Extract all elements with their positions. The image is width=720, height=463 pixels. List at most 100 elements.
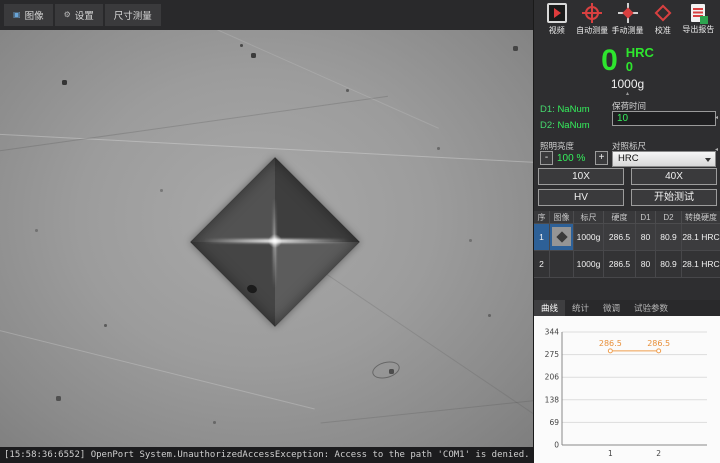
table-row[interactable]: 2 1000g 286.5 80 80.9 28.1 HRC	[534, 251, 720, 278]
tab-dimension-measure-label: 尺寸测量	[114, 8, 152, 22]
cell-d1: 80	[636, 224, 656, 251]
view-tabs: ▣ 图像 ⚙ 设置 尺寸测量	[4, 4, 161, 26]
cell-no: 1	[534, 224, 550, 251]
tab-dimension-measure[interactable]: 尺寸测量	[105, 4, 161, 26]
cell-d2: 80.9	[656, 251, 682, 278]
video-label: 视频	[549, 25, 565, 36]
video-button[interactable]: 视频	[539, 3, 574, 46]
manual-measure-label: 手动测量	[612, 25, 644, 36]
cell-d1: 80	[636, 251, 656, 278]
svg-text:344: 344	[545, 328, 560, 337]
hardness-scale: HRC	[626, 46, 654, 60]
svg-text:69: 69	[549, 418, 559, 427]
dust-specks	[0, 30, 1, 31]
cell-hardness: 286.5	[604, 251, 636, 278]
cell-load: 1000g	[574, 251, 604, 278]
tab-image-label: 图像	[25, 8, 44, 22]
col-header-no: 序号	[534, 211, 550, 224]
hardness-tester-window: ▣ 图像 ⚙ 设置 尺寸测量 [15:58:36:6552] OpenPort	[0, 0, 720, 463]
gear-icon: ⚙	[64, 11, 71, 19]
d2-value: NaNum	[557, 120, 589, 131]
collapse-left-icon[interactable]: ◂	[715, 114, 718, 121]
tab-statistics[interactable]: 统计	[565, 300, 596, 316]
image-tab-icon: ▣	[13, 11, 21, 19]
start-test-button[interactable]: 开始测试	[631, 189, 717, 206]
d1-readout: D1: NaNum	[540, 104, 590, 115]
scratch-line	[321, 397, 533, 423]
export-report-button[interactable]: 导出报告	[681, 3, 716, 46]
d1-label: D1:	[540, 104, 555, 115]
manual-measure-button[interactable]: 手动测量	[610, 3, 645, 46]
col-header-hardness: 硬度	[604, 211, 636, 224]
hardness-curve-chart: 344 275 206 138 69 0 286.5 1 286.5 2	[534, 316, 720, 463]
scratch-line	[201, 30, 439, 129]
cell-no: 2	[534, 251, 550, 278]
surface-mark	[370, 359, 401, 382]
brightness-section: 照明亮度 - 100 % + 对照标尺 HRC	[540, 140, 716, 168]
caret-up-icon: ▴	[534, 91, 720, 97]
cell-hardness: 286.5	[604, 224, 636, 251]
collapse-left-icon[interactable]: ◂	[715, 146, 718, 153]
cell-load: 1000g	[574, 224, 604, 251]
auto-measure-label: 自动测量	[576, 25, 608, 36]
svg-text:2: 2	[656, 449, 661, 458]
tab-curve[interactable]: 曲线	[534, 300, 565, 316]
converted-value: 0	[626, 60, 654, 74]
calibrate-icon	[653, 3, 673, 23]
hv-mode-button[interactable]: HV	[538, 189, 624, 206]
results-chart-svg: 344 275 206 138 69 0 286.5 1 286.5 2	[534, 316, 720, 463]
col-header-d1: D1	[636, 211, 656, 224]
tab-finetune[interactable]: 微调	[596, 300, 627, 316]
diagonal-section: D1: NaNum D2: NaNum 保荷时间 10	[540, 100, 716, 138]
svg-text:138: 138	[545, 395, 560, 404]
auto-measure-button[interactable]: 自动测量	[574, 3, 609, 46]
scratch-line	[0, 321, 315, 409]
brightness-increase-button[interactable]: +	[595, 151, 608, 165]
top-bar: ▣ 图像 ⚙ 设置 尺寸测量	[0, 0, 533, 30]
control-panel: 视频 自动测量 手动测量 校准 导出报告 0	[533, 0, 720, 463]
table-row[interactable]: 1 1000g 286.5 80 80.9 28.1 HRC	[534, 224, 720, 251]
calibrate-label: 校准	[655, 25, 671, 36]
cell-d2: 80.9	[656, 224, 682, 251]
svg-text:286.5: 286.5	[647, 339, 670, 348]
col-header-converted: 转换硬度	[682, 211, 720, 224]
tab-settings-label: 设置	[75, 8, 94, 22]
results-table: 序号 图像 标尺 硬度 D1 D2 转换硬度 1 1000g 286.5 80 …	[534, 211, 720, 278]
calibrate-button[interactable]: 校准	[645, 3, 680, 46]
table-header-row: 序号 图像 标尺 硬度 D1 D2 转换硬度	[534, 211, 720, 224]
tab-test-params[interactable]: 试验参数	[627, 300, 675, 316]
hardness-readout: 0 HRC 0 1000g ▴	[534, 44, 720, 100]
test-load: 1000g	[534, 77, 720, 91]
status-message: [15:58:36:6552] OpenPort System.Unauthor…	[4, 450, 530, 460]
cell-converted: 28.1 HRC	[682, 224, 720, 251]
mag-10x-button[interactable]: 10X	[538, 168, 624, 185]
video-icon	[547, 3, 567, 23]
mag-40x-button[interactable]: 40X	[631, 168, 717, 185]
scratch-line	[0, 96, 388, 155]
svg-text:1: 1	[608, 449, 613, 458]
svg-text:206: 206	[545, 373, 560, 382]
d2-readout: D2: NaNum	[540, 120, 590, 131]
cell-thumbnail	[550, 251, 574, 278]
export-report-label: 导出报告	[682, 24, 714, 35]
svg-text:286.5: 286.5	[599, 339, 622, 348]
ref-scale-dropdown[interactable]: HRC	[612, 151, 716, 167]
svg-text:275: 275	[545, 350, 560, 359]
col-header-d2: D2	[656, 211, 682, 224]
svg-text:0: 0	[554, 441, 559, 450]
ref-scale-value: HRC	[618, 153, 639, 164]
hardness-value: 0	[601, 46, 618, 76]
tab-settings[interactable]: ⚙ 设置	[55, 4, 103, 26]
chevron-down-icon	[705, 158, 711, 162]
microscope-view[interactable]	[0, 30, 533, 447]
indent-thumbnail	[552, 227, 571, 246]
hold-time-input[interactable]: 10	[612, 111, 716, 126]
auto-measure-icon	[582, 3, 602, 23]
brightness-decrease-button[interactable]: -	[540, 151, 553, 165]
tab-image[interactable]: ▣ 图像	[4, 4, 53, 26]
export-report-icon	[691, 4, 705, 22]
cell-thumbnail	[550, 224, 574, 251]
scratch-line	[0, 133, 533, 164]
d2-label: D2:	[540, 120, 555, 131]
brightness-value: 100 %	[557, 153, 585, 164]
